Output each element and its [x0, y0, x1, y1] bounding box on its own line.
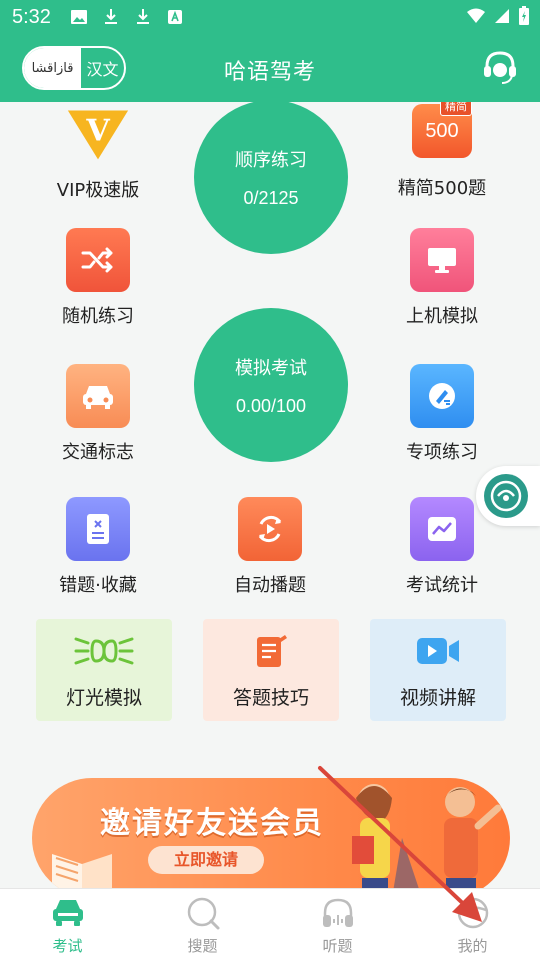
svg-text:V: V [85, 114, 110, 149]
random-practice-label: 随机练习 [62, 306, 134, 327]
assistant-avatar-icon [484, 474, 528, 518]
random-practice-item[interactable]: 随机练习 [18, 228, 178, 328]
car-front-icon [66, 364, 130, 428]
download-icon [137, 9, 149, 24]
app-bar: قازاقشا 汉文 哈语驾考 [0, 36, 540, 102]
light-simulation-label: 灯光模拟 [65, 687, 142, 709]
banner-title: 邀请好友送会员 [100, 806, 324, 841]
order-practice-title: 顺序练习 [235, 149, 307, 171]
mock-exam-score: 0.00/100 [235, 395, 307, 416]
monitor-icon [410, 228, 474, 292]
simple500-item[interactable]: 500 精简 精简500题 [362, 102, 522, 200]
mock-exam-title: 模拟考试 [235, 357, 307, 379]
computer-sim-label: 上机模拟 [406, 306, 478, 327]
notepad-icon [257, 635, 287, 667]
shuffle-icon [66, 228, 130, 292]
mock-exam-button[interactable]: 模拟考试 0.00/100 [194, 308, 348, 462]
nav-search[interactable]: 搜题 [135, 889, 270, 960]
status-time: 5:32 [12, 6, 51, 28]
light-simulation-card[interactable]: 灯光模拟 [36, 619, 172, 721]
invite-friends-banner[interactable]: 邀请好友送会员 立即邀请 [32, 778, 510, 888]
signal-icon [495, 9, 509, 23]
simple500-badge: 精简 [440, 102, 472, 116]
nav-search-label: 搜题 [187, 937, 218, 955]
vip-icon: V [66, 102, 130, 166]
battery-icon [519, 6, 529, 25]
nav-exam[interactable]: 考试 [0, 889, 135, 960]
book-illustration [52, 854, 112, 888]
headphones-icon [322, 898, 353, 927]
answer-tips-label: 答题技巧 [232, 687, 309, 709]
video-camera-icon [417, 638, 459, 664]
download-icon [105, 9, 117, 24]
vip-label: VIP极速版 [56, 180, 140, 201]
nav-listen[interactable]: 听题 [270, 889, 405, 960]
autoplay-icon [238, 497, 302, 561]
autoplay-item[interactable]: 自动播题 [190, 497, 350, 597]
steering-wheel-icon [457, 897, 488, 929]
order-practice-progress: 0/2125 [243, 187, 299, 208]
autoplay-label: 自动播题 [234, 575, 306, 596]
image-icon [71, 10, 87, 24]
order-practice-button[interactable]: 顺序练习 0/2125 [194, 102, 348, 254]
exam-stats-label: 考试统计 [406, 575, 478, 596]
wrong-favorites-item[interactable]: 错题·收藏 [18, 497, 178, 597]
simple500-icon: 500 精简 [412, 102, 472, 158]
invite-now-button[interactable]: 立即邀请 [148, 846, 264, 874]
special-practice-label: 专项练习 [406, 442, 478, 463]
floating-assistant-button[interactable] [476, 466, 540, 526]
headlight-icon [74, 637, 134, 665]
notification-icons [70, 8, 184, 26]
video-lecture-card[interactable]: 视频讲解 [370, 619, 506, 721]
wrong-favorites-label: 错题·收藏 [59, 575, 137, 596]
bottom-navigation: 考试 搜题 听题 我的 [0, 888, 540, 960]
customer-service-icon[interactable] [480, 48, 520, 88]
pen-icon [410, 364, 474, 428]
car-icon [52, 900, 83, 926]
traffic-signs-item[interactable]: 交通标志 [18, 364, 178, 464]
special-practice-item[interactable]: 专项练习 [362, 364, 522, 464]
chart-icon [410, 497, 474, 561]
nav-mine-label: 我的 [457, 937, 488, 955]
translate-icon [168, 10, 182, 24]
system-icons [466, 6, 530, 26]
answer-tips-card[interactable]: 答题技巧 [203, 619, 339, 721]
people-illustration [352, 784, 502, 888]
simple500-label: 精简500题 [397, 178, 487, 199]
nav-exam-label: 考试 [52, 937, 83, 955]
traffic-signs-label: 交通标志 [62, 442, 134, 463]
search-icon [187, 897, 219, 930]
home-content: V VIP极速版 顺序练习 0/2125 500 精简 精简500题 随机练习 … [0, 102, 540, 888]
app-title: 哈语驾考 [223, 60, 316, 85]
nav-listen-label: 听题 [322, 937, 353, 955]
status-bar: 5:32 [0, 0, 540, 36]
document-icon [66, 497, 130, 561]
computer-sim-item[interactable]: 上机模拟 [362, 228, 522, 328]
wifi-icon [467, 8, 485, 23]
video-lecture-label: 视频讲解 [399, 687, 476, 709]
simple500-tile-text: 500 [425, 119, 459, 142]
nav-mine[interactable]: 我的 [405, 889, 540, 960]
vip-fast-item[interactable]: V VIP极速版 [18, 102, 178, 202]
